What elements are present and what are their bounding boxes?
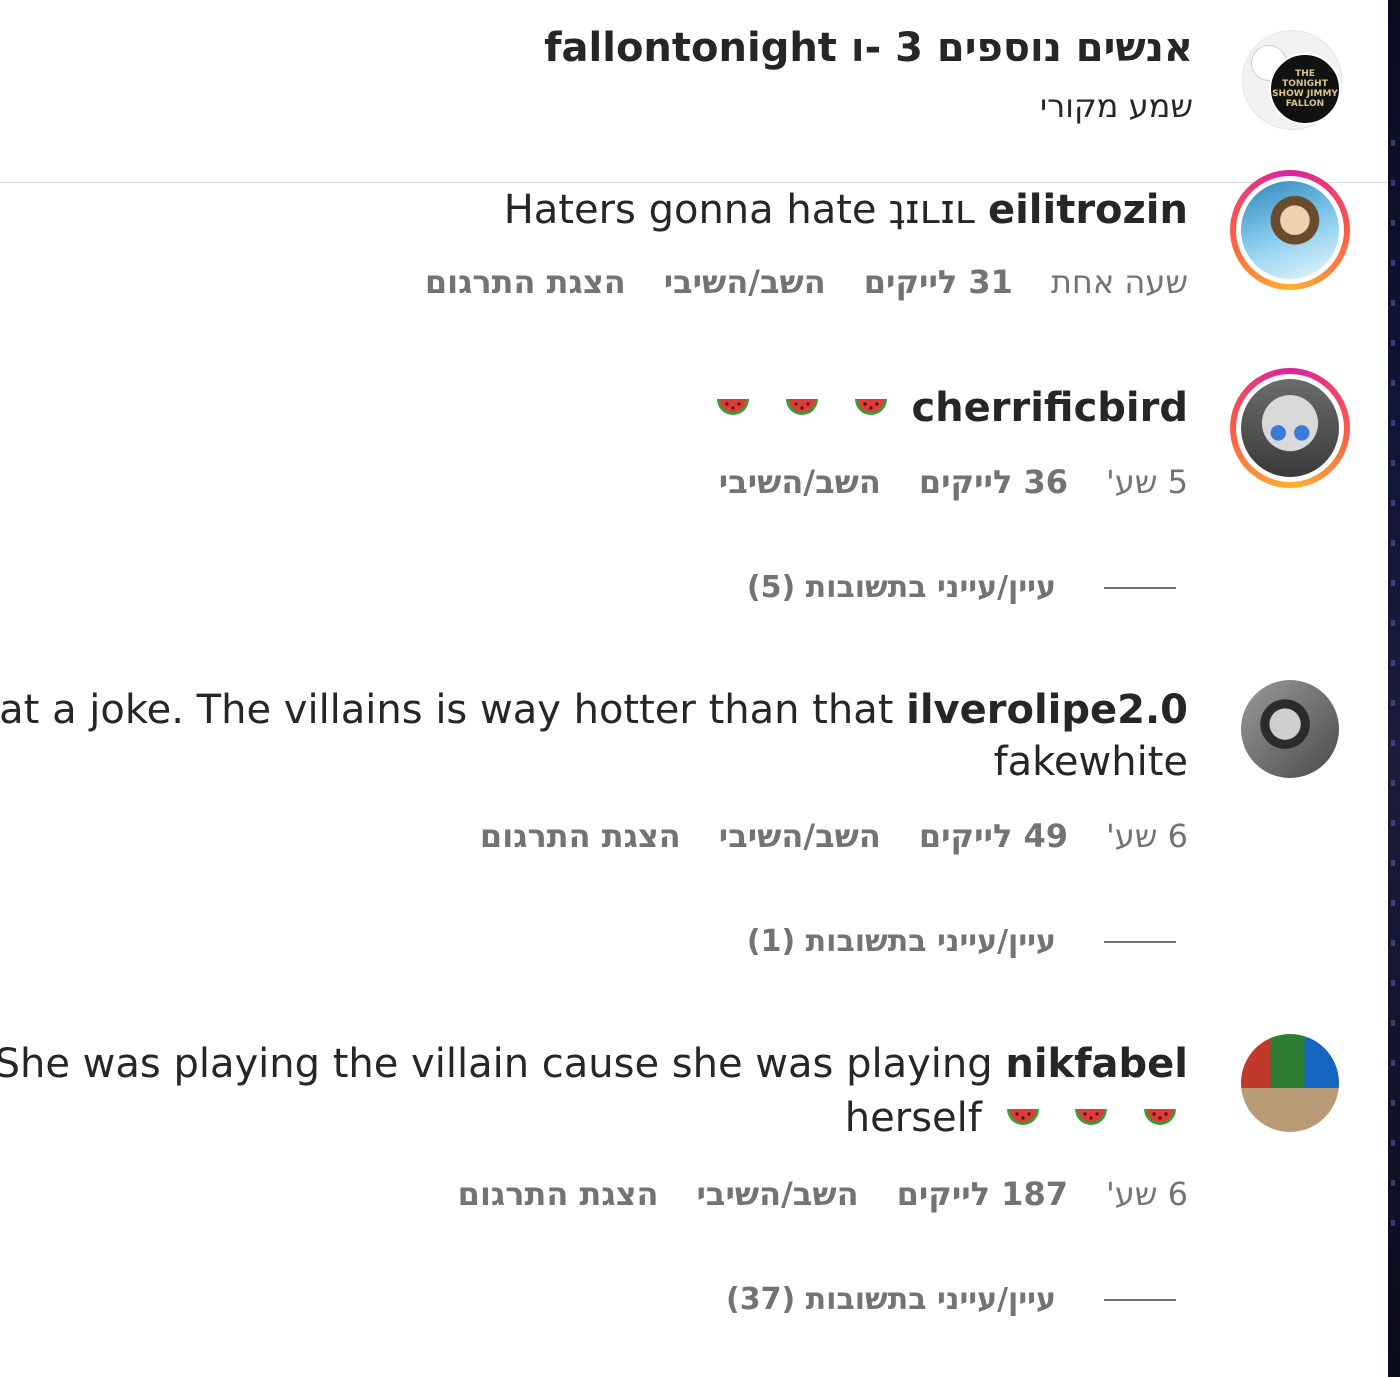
replies-divider (1104, 941, 1176, 943)
commenter-avatar[interactable] (1241, 680, 1339, 778)
commenter-avatar[interactable] (1241, 1034, 1339, 1132)
comment-meta: 5 שע' 36 לייקים השב/השיבי (719, 460, 1188, 504)
see-translation-button[interactable]: הצגת התרגום (458, 1172, 659, 1216)
comment-username[interactable]: nikfabel (1005, 1041, 1188, 1087)
fallontonight-avatar[interactable]: THE TONIGHT SHOW JIMMY FALLON (1242, 30, 1342, 130)
comment-text: Haters gonna hate ʇɪʟɪʟ (503, 187, 976, 233)
comment-meta: 6 שע' 187 לייקים השב/השיבי הצגת התרגום (458, 1172, 1188, 1216)
see-translation-button[interactable]: הצגת התרגום (425, 260, 626, 304)
comment-meta: 6 שע' 49 לייקים השב/השיבי הצגת התרגום (480, 814, 1188, 858)
comment-text: What a joke. The villains is way hotter … (0, 687, 894, 733)
watermelon-icon (1132, 1095, 1188, 1141)
background-video-edge (1388, 0, 1400, 1377)
comment-username[interactable]: cherrificbird (911, 385, 1188, 431)
comment-likes[interactable]: 49 לייקים (919, 814, 1068, 858)
view-replies-button[interactable]: עיין/עייני בתשובות (37) (726, 1279, 1056, 1321)
reply-button[interactable]: השב/השיבי (719, 460, 881, 504)
comment-text-line: cherrificbird (705, 382, 1188, 434)
comment-text-line: She was playing the villain cause she wa… (0, 1038, 1188, 1090)
comment-text: herself (844, 1095, 982, 1141)
commenter-avatar[interactable] (1230, 170, 1350, 290)
replies-divider (1104, 587, 1176, 589)
post-author-title[interactable]: אנשים נוספים 3 -ו fallontonight (544, 22, 1193, 74)
comment-text-line-2: fakewhite (993, 739, 1188, 785)
tonight-show-logo: THE TONIGHT SHOW JIMMY FALLON (1269, 53, 1341, 125)
comment-likes[interactable]: 36 לייקים (919, 460, 1068, 504)
comment-meta: שעה אחת 31 לייקים השב/השיבי הצגת התרגום (425, 260, 1188, 304)
comment-time[interactable]: 6 שע' (1106, 814, 1188, 858)
watermelon-icon (995, 1095, 1064, 1141)
watermelon-icon (1063, 1095, 1132, 1141)
replies-divider (1104, 1299, 1176, 1301)
watermelon-icon (774, 385, 843, 431)
comments-panel: THE TONIGHT SHOW JIMMY FALLON אנשים נוספ… (0, 0, 1388, 1377)
commenter-avatar[interactable] (1230, 368, 1350, 488)
comment-likes[interactable]: 187 לייקים (897, 1172, 1068, 1216)
watermelon-icon (843, 385, 912, 431)
comment-text-line-2: herself (845, 1092, 1188, 1144)
watermelon-icon (705, 385, 774, 431)
comment-text: She was playing the villain cause she wa… (0, 1041, 993, 1087)
see-translation-button[interactable]: הצגת התרגום (480, 814, 681, 858)
comment-time[interactable]: 5 שע' (1106, 460, 1188, 504)
reply-button[interactable]: השב/השיבי (697, 1172, 859, 1216)
comment-username[interactable]: eilitrozin (988, 187, 1188, 233)
view-replies-button[interactable]: עיין/עייני בתשובות (5) (747, 567, 1056, 609)
original-audio-link[interactable]: שמע מקורי (1040, 84, 1193, 128)
comment-username[interactable]: ilverolipe2.0 (906, 687, 1188, 733)
reply-button[interactable]: השב/השיבי (719, 814, 881, 858)
comment-time[interactable]: שעה אחת (1051, 260, 1188, 304)
comment-likes[interactable]: 31 לייקים (864, 260, 1013, 304)
view-replies-button[interactable]: עיין/עייני בתשובות (1) (747, 921, 1056, 963)
comment-text-line: Haters gonna hate ʇɪʟɪʟ eilitrozin (504, 184, 1188, 236)
comment-text-line: What a joke. The villains is way hotter … (0, 684, 1188, 736)
reply-button[interactable]: השב/השיבי (664, 260, 826, 304)
comment-time[interactable]: 6 שע' (1106, 1172, 1188, 1216)
post-header: THE TONIGHT SHOW JIMMY FALLON אנשים נוספ… (0, 0, 1388, 183)
